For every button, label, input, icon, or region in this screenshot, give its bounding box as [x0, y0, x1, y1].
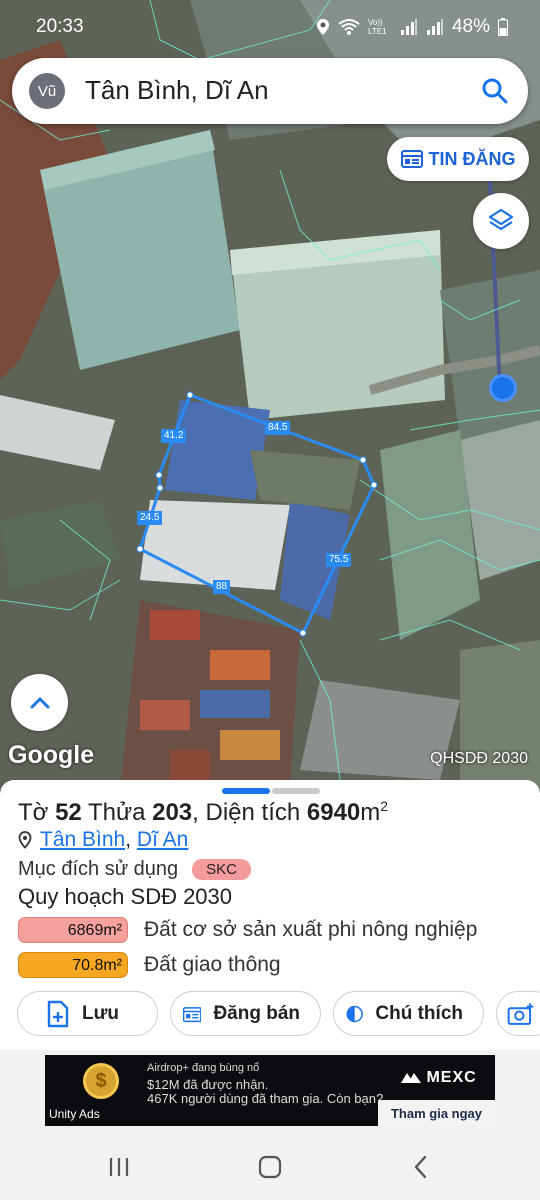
ad-banner[interactable]: $ Airdrop+ đang bùng nổ $12M đã được nhậ… [45, 1055, 495, 1126]
ad-network-label: Unity Ads [49, 1107, 100, 1121]
parcel-title: Tờ 52 Thửa 203, Diện tích 6940m2 [18, 798, 389, 826]
add-file-icon [47, 1000, 69, 1027]
avatar[interactable]: Vũ [29, 73, 65, 109]
map-layers-button[interactable] [473, 193, 529, 249]
sheet-page-indicator-active [222, 788, 270, 794]
search-bar[interactable]: Vũ Tân Bình, Dĩ An [12, 58, 528, 124]
purpose-code-badge: SKC [192, 859, 251, 880]
parcel-info-sheet[interactable]: Tờ 52 Thửa 203, Diện tích 6940m2 Tân Bìn… [0, 780, 540, 1050]
map-layer-label: QHSDĐ 2030 [430, 750, 528, 767]
back-icon [414, 1155, 427, 1179]
district-link[interactable]: Dĩ An [137, 828, 188, 851]
camera-button[interactable] [496, 991, 540, 1036]
legend-button[interactable]: Chú thích [333, 991, 484, 1036]
plan-title: Quy hoạch SDĐ 2030 [18, 884, 233, 909]
map-pin-icon [18, 831, 32, 849]
edge-length-label: 84.5 [265, 421, 291, 435]
search-query[interactable]: Tân Bình, Dĩ An [85, 75, 269, 106]
sheet-number: 52 [55, 799, 82, 826]
edge-length-label: 88 [213, 580, 231, 594]
google-logo: Google [8, 741, 95, 769]
mexc-logo-icon [401, 1073, 421, 1083]
chevron-up-icon [30, 697, 49, 708]
parcel-number: 203 [152, 799, 193, 826]
status-time: 20:33 [36, 16, 84, 37]
ad-cta-button[interactable]: Tham gia ngay [378, 1100, 495, 1126]
save-button[interactable]: Lưu [17, 991, 158, 1036]
tin-dang-button[interactable]: TIN ĐĂNG [387, 137, 529, 181]
edge-length-label: 75.5 [326, 553, 352, 567]
home-button[interactable] [255, 1152, 285, 1182]
recents-icon [109, 1158, 129, 1176]
layers-icon [488, 208, 514, 231]
parcel-area: 6940 [306, 799, 361, 826]
post-sale-button[interactable]: Đăng bán [170, 991, 321, 1036]
edge-length-label: 41.2 [161, 429, 187, 443]
add-photo-icon [507, 1002, 534, 1025]
action-row: Lưu Đăng bán Chú thích [17, 991, 540, 1036]
recent-apps-button[interactable] [104, 1152, 134, 1182]
search-icon[interactable] [480, 76, 510, 106]
ad-line-3: 467K người dùng đã tham gia. Còn bạn? [147, 1091, 384, 1106]
ad-brand: MEXC [401, 1069, 477, 1087]
plan-item: 70.8m² Đất giao thông [18, 952, 281, 978]
current-location-dot [489, 374, 517, 402]
ward-link[interactable]: Tân Bình [40, 828, 125, 851]
signal-2-icon [426, 19, 443, 35]
expand-sheet-button[interactable] [11, 674, 68, 731]
plan-area-swatch: 6869m² [18, 917, 128, 943]
tin-dang-label: TIN ĐĂNG [428, 148, 516, 169]
home-icon [258, 1155, 282, 1179]
plan-item-label: Đất cơ sở sản xuất phi nông nghiệp [144, 918, 478, 941]
status-bar: 20:33 Vo)) LTE1 48% [0, 0, 540, 52]
parcel-location: Tân Bình, Dĩ An [18, 828, 188, 852]
edge-length-label: 24.5 [137, 511, 163, 525]
land-use-purpose: Mục đích sử dụng SKC [18, 858, 251, 881]
ad-line-2: $12M đã được nhận. [147, 1077, 269, 1092]
signal-icon [400, 19, 417, 35]
listing-icon [183, 1006, 202, 1022]
contrast-icon [346, 1005, 363, 1022]
coin-icon: $ [83, 1063, 119, 1099]
battery-percent: 48% [451, 16, 490, 37]
battery-icon [498, 18, 508, 36]
listing-icon [400, 150, 423, 168]
plan-item-label: Đất giao thông [144, 953, 281, 976]
sheet-page-indicator [272, 788, 320, 794]
location-icon [316, 19, 329, 35]
plan-item: 6869m² Đất cơ sở sản xuất phi nông nghiệ… [18, 917, 477, 943]
back-button[interactable] [406, 1152, 436, 1182]
system-nav-bar [0, 1132, 540, 1200]
purpose-label: Mục đích sử dụng [18, 858, 179, 880]
plan-area-swatch: 70.8m² [18, 952, 128, 978]
wifi-icon [338, 19, 360, 35]
ad-banner-area: $ Airdrop+ đang bùng nổ $12M đã được nhậ… [0, 1050, 540, 1132]
network-label: Vo)) LTE1 [367, 18, 387, 36]
ad-line-1: Airdrop+ đang bùng nổ [147, 1062, 260, 1074]
